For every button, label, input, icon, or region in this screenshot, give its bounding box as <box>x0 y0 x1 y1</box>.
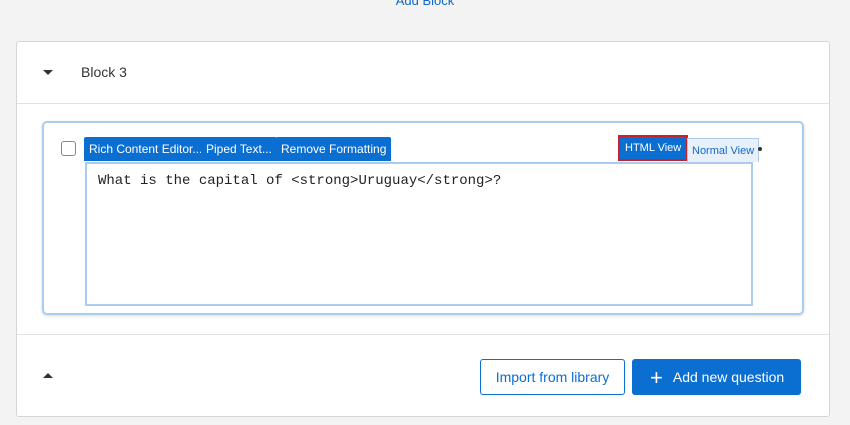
plus-icon: + <box>650 365 663 390</box>
collapse-caret-icon[interactable] <box>43 70 53 75</box>
add-block-link[interactable]: Add Block <box>0 0 850 8</box>
collapse-up-caret-icon[interactable] <box>43 373 53 378</box>
block-header: Block 3 <box>17 42 829 104</box>
add-new-question-button[interactable]: + Add new question <box>632 359 801 395</box>
block-footer: Import from library + Add new question <box>17 334 829 416</box>
html-view-tab[interactable]: HTML View <box>618 135 689 161</box>
normal-view-tab[interactable]: Normal View <box>687 138 760 162</box>
remove-formatting-button[interactable]: Remove Formatting <box>276 137 392 161</box>
question-checkbox[interactable] <box>61 141 76 156</box>
rich-content-editor-button[interactable]: Rich Content Editor... <box>84 137 208 161</box>
block-title: Block 3 <box>81 64 127 80</box>
piped-text-button[interactable]: Piped Text... <box>201 137 277 161</box>
question-container: Rich Content Editor... Piped Text... Rem… <box>42 121 804 315</box>
block-card: Block 3 Rich Content Editor... Piped Tex… <box>16 41 830 417</box>
import-from-library-button[interactable]: Import from library <box>480 359 625 395</box>
dot-icon <box>758 147 762 151</box>
add-new-question-label: Add new question <box>672 369 785 385</box>
html-editor-textarea[interactable]: What is the capital of <strong>Uruguay</… <box>85 162 753 306</box>
